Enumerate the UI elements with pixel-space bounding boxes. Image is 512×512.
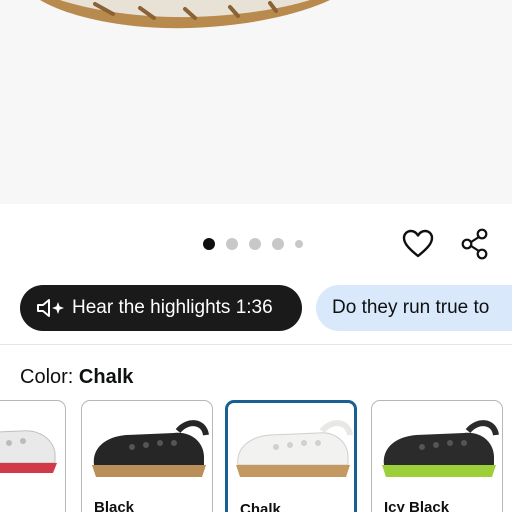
clog-thumbnail — [382, 420, 499, 477]
share-button[interactable] — [457, 226, 493, 262]
pager-dot-active[interactable] — [203, 238, 215, 250]
question-chip[interactable]: Do they run true to — [316, 285, 512, 331]
heart-outline-icon — [402, 229, 434, 258]
hear-highlights-chip[interactable]: Hear the highlights 1:36 — [20, 285, 302, 331]
swatch-chalk[interactable]: Chalk — [225, 400, 357, 512]
color-label-prefix: Color: — [20, 366, 74, 388]
product-image[interactable] — [0, 0, 512, 204]
pager-dot[interactable] — [272, 238, 284, 250]
image-pager[interactable] — [203, 238, 303, 250]
pager-dot[interactable] — [226, 238, 238, 250]
clog-thumbnail — [0, 430, 57, 473]
favorite-button[interactable] — [400, 226, 436, 262]
question-chip-label: Do they run true to — [332, 297, 490, 318]
pager-dot[interactable] — [295, 240, 303, 248]
swatch-phere[interactable]: phere — [0, 400, 66, 512]
clog-image — [40, 0, 330, 29]
speaker-sparkle-icon — [36, 298, 66, 318]
product-page: Hear the highlights 1:36 Do they run tru… — [0, 0, 512, 512]
swatch-icy-black[interactable]: Icy Black — [371, 400, 503, 512]
share-icon — [461, 228, 488, 260]
swatch-black[interactable]: Black — [81, 400, 213, 512]
swatch-name: Chalk — [240, 501, 281, 512]
swatch-name: Icy Black — [384, 499, 450, 512]
clog-thumbnail — [92, 420, 209, 477]
clog-thumbnail — [236, 420, 353, 477]
pager-dot[interactable] — [249, 238, 261, 250]
chip-row: Hear the highlights 1:36 Do they run tru… — [20, 285, 512, 331]
color-label: Color: Chalk — [20, 366, 133, 389]
selected-color-name: Chalk — [78, 366, 134, 388]
hear-highlights-label: Hear the highlights 1:36 — [72, 297, 273, 318]
swatch-name: Black — [94, 499, 135, 512]
section-divider — [0, 344, 512, 345]
